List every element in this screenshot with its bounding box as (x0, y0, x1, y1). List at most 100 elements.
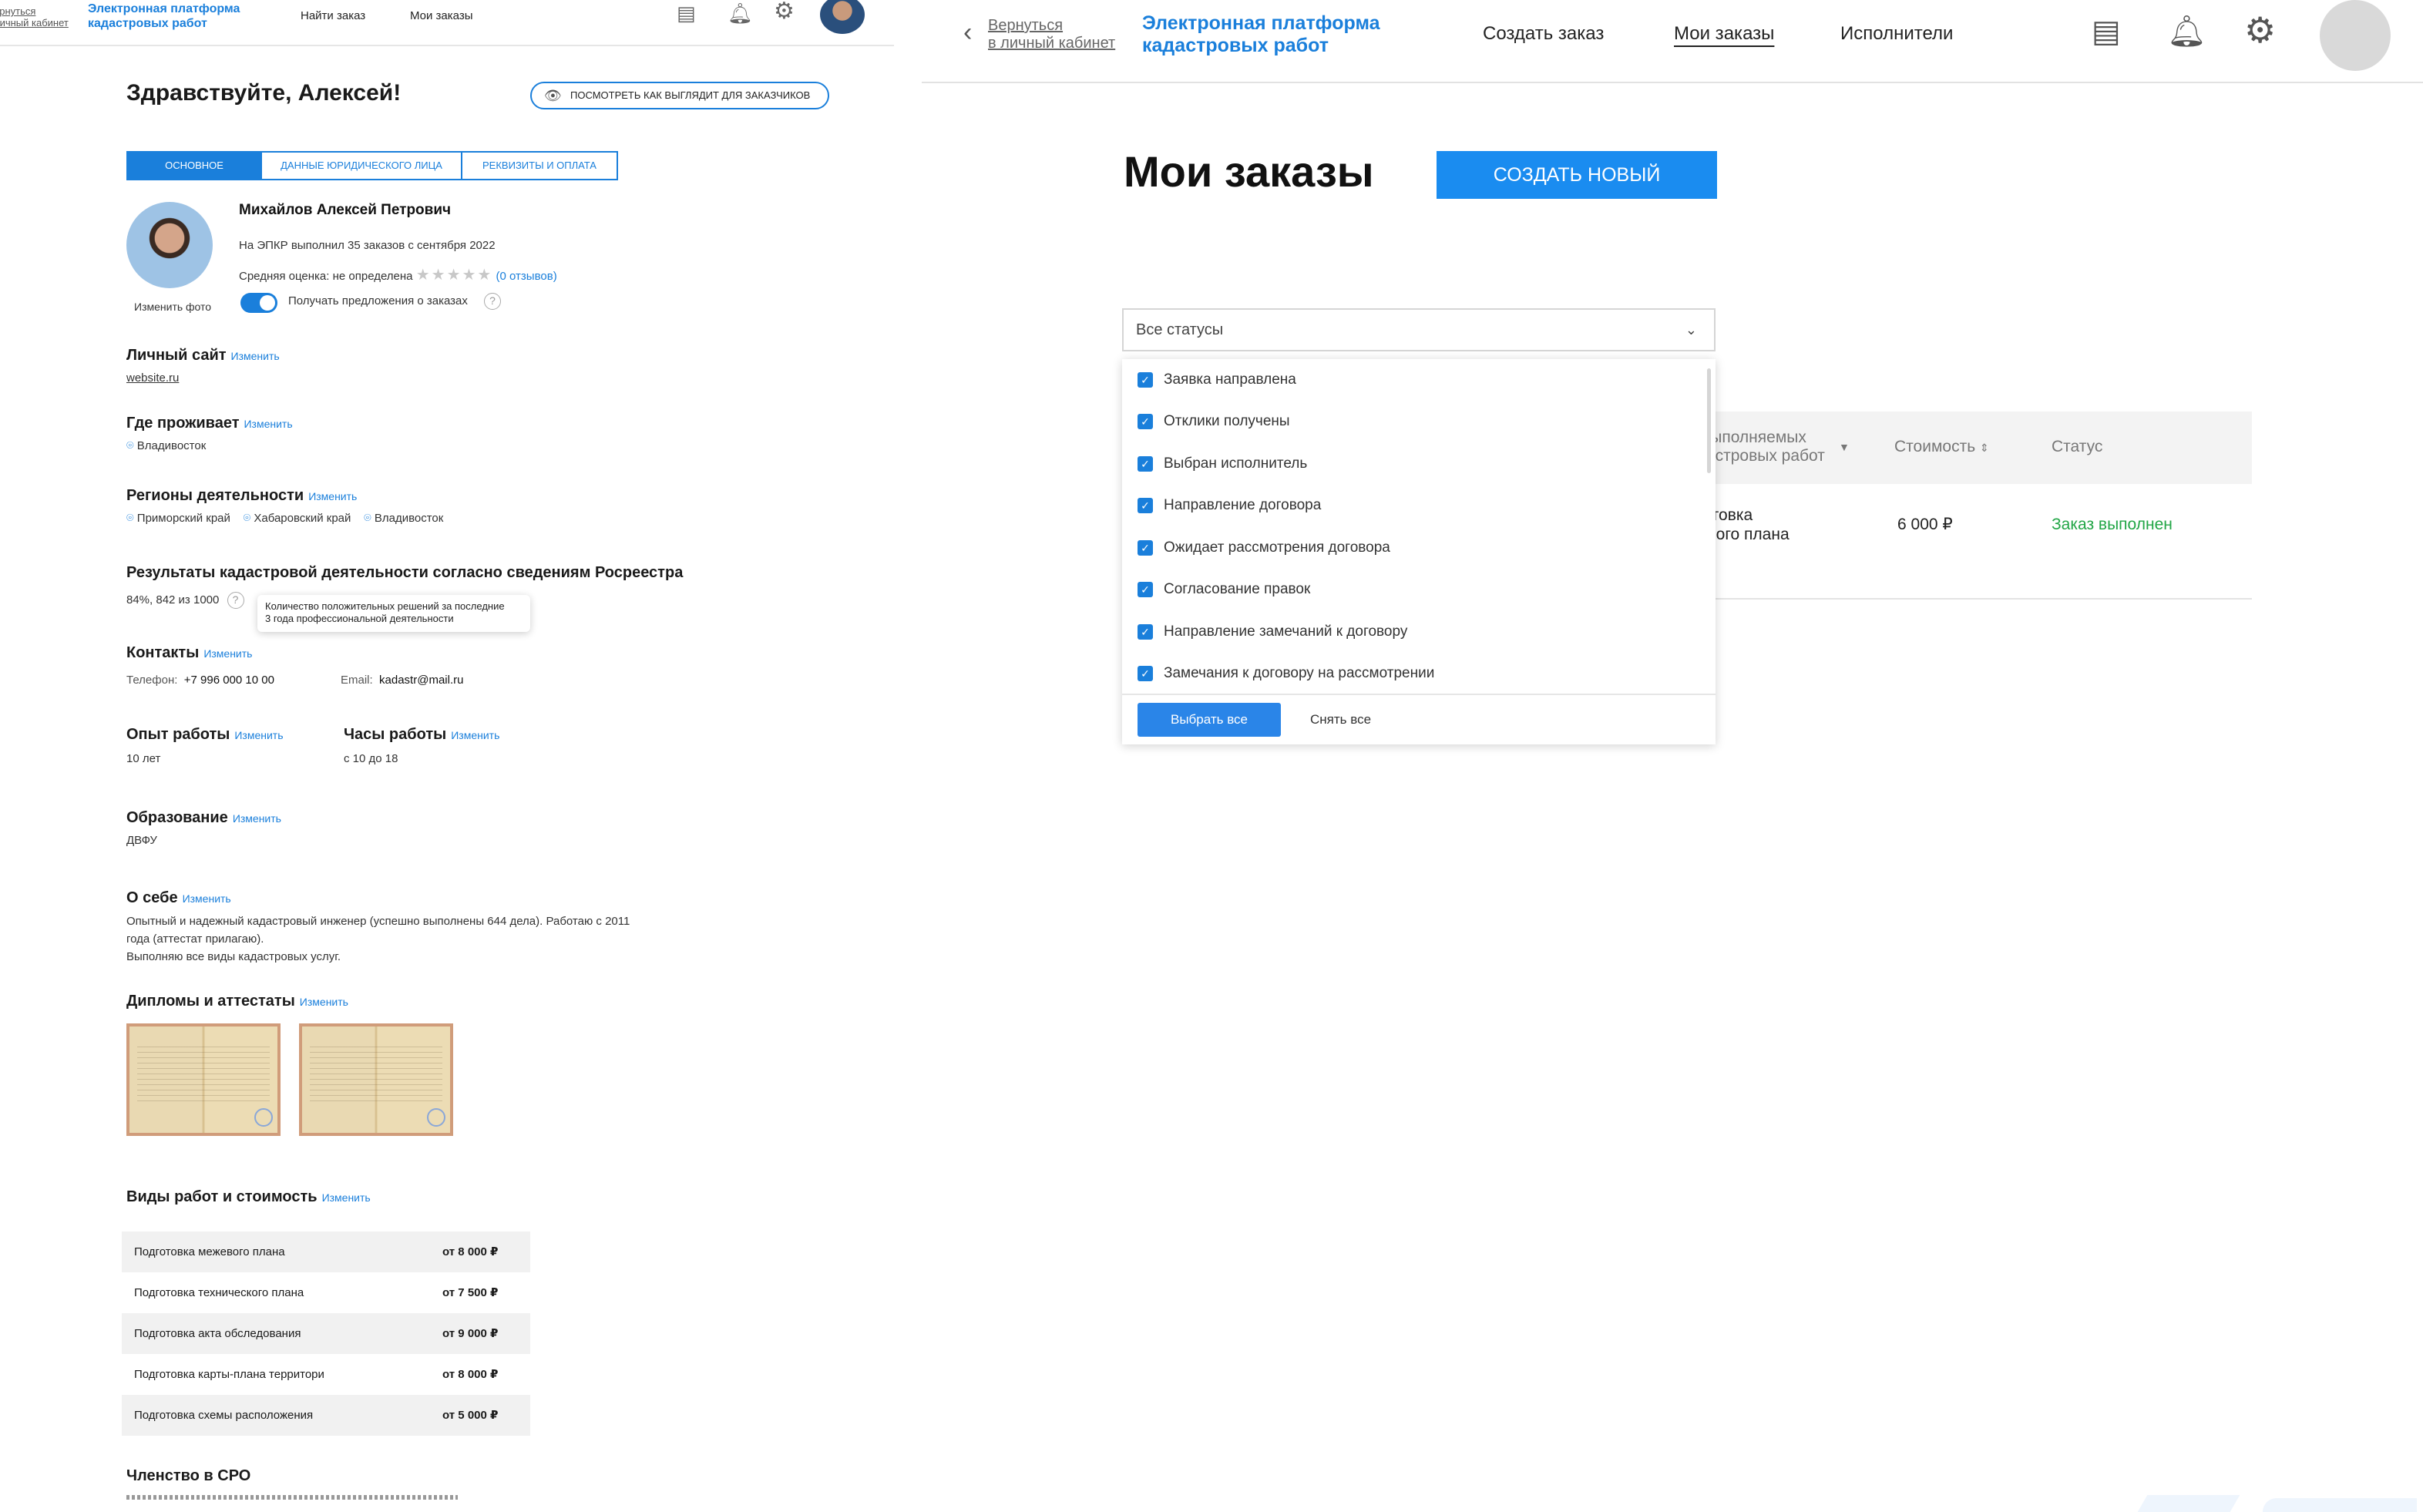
nav-performers[interactable]: Исполнители (1840, 23, 1953, 45)
email: Email: kadastr@mail.ru (341, 674, 464, 687)
nav-my-orders[interactable]: Мои заказы (410, 9, 473, 22)
bell-icon[interactable]: 🔔︎ (728, 2, 753, 25)
edit-hours-link[interactable]: Изменить (451, 729, 499, 741)
tab-legal-entity[interactable]: ДАННЫЕ ЮРИДИЧЕСКОГО ЛИЦА (260, 151, 462, 180)
status-option[interactable]: ✓ Замечания к договору на рассмотрении (1138, 662, 1434, 685)
nav-my-orders[interactable]: Мои заказы (1674, 23, 1774, 45)
avatar[interactable] (2320, 0, 2391, 71)
status-option[interactable]: ✓ Ожидает рассмотрения договора (1138, 536, 1390, 559)
brand-logo[interactable]: Электронная платформа кадастровых работ (1142, 12, 1380, 57)
edit-regions-link[interactable]: Изменить (308, 490, 357, 502)
edit-diplomas-link[interactable]: Изменить (300, 996, 348, 1008)
profile-stats: На ЭПКР выполнил 35 заказов с сентября 2… (239, 239, 496, 252)
sort-icon: ⇕ (1979, 442, 1989, 454)
rating: Средняя оценка: не определена ★★★★★ (0 о… (239, 267, 557, 284)
eye-icon: 👁︎ (544, 88, 562, 103)
edit-website-link[interactable]: Изменить (231, 350, 280, 362)
status-option[interactable]: ✓ Направление замечаний к договору (1138, 620, 1407, 643)
profile-photo (126, 202, 213, 288)
seal-icon (427, 1108, 445, 1127)
profile-header: ернутьсяличный кабинет Электронная платф… (0, 0, 894, 46)
results-section-title: Результаты кадастровой деятельности согл… (126, 564, 684, 581)
diploma-image[interactable] (126, 1023, 281, 1136)
checkbox-checked-icon[interactable]: ✓ (1138, 582, 1153, 597)
location-pin-icon: ⌾ (243, 512, 251, 525)
reviews-link[interactable]: (0 отзывов) (496, 270, 557, 283)
tab-main[interactable]: ОСНОВНОЕ (126, 151, 262, 180)
brand-logo[interactable]: Электронная платформа кадастровых работ (88, 2, 240, 31)
back-link[interactable]: ернутьсяличный кабинет (0, 5, 69, 29)
gear-icon[interactable]: ⚙ (774, 0, 795, 23)
diplomas-section-title: Дипломы и аттестаты Изменить (126, 993, 348, 1010)
select-all-button[interactable]: Выбрать все (1138, 703, 1281, 737)
edit-experience-link[interactable]: Изменить (234, 729, 283, 741)
status-option[interactable]: ✓ Направление договора (1138, 494, 1321, 517)
create-new-button[interactable]: СОЗДАТЬ НОВЫЙ (1437, 151, 1717, 199)
back-link[interactable]: Вернуться в личный кабинет (988, 17, 1115, 52)
column-header-status[interactable]: Статус (2052, 438, 2102, 456)
help-icon[interactable]: ? (484, 293, 501, 310)
hours-value: с 10 до 18 (344, 752, 398, 765)
nav-create-order[interactable]: Создать заказ (1483, 23, 1604, 45)
gear-icon[interactable]: ⚙ (2244, 12, 2276, 48)
website-link[interactable]: website.ru (126, 371, 179, 385)
regions-list: ⌾ Приморский край ⌾ Хабаровский край ⌾ В… (126, 512, 444, 525)
table-row: Подготовка схемы расположения от 5 000 ₽ (122, 1395, 530, 1436)
tab-requisites[interactable]: РЕКВИЗИТЫ И ОПЛАТА (461, 151, 618, 180)
row-divider (1679, 598, 2252, 600)
edit-residence-link[interactable]: Изменить (244, 418, 292, 430)
status-option[interactable]: ✓ Выбран исполнитель (1138, 452, 1307, 475)
clear-all-button[interactable]: Снять все (1310, 703, 1371, 737)
edit-about-link[interactable]: Изменить (183, 892, 231, 905)
help-icon[interactable]: ? (227, 592, 244, 609)
diploma-image[interactable] (299, 1023, 453, 1136)
avatar[interactable] (820, 0, 865, 34)
experience-value: 10 лет (126, 752, 161, 765)
profile-name: Михайлов Алексей Петрович (239, 202, 452, 218)
education-value: ДВФУ (126, 834, 157, 847)
orders-table: д выполняемых адастровых работ ▼ Стоимост… (1679, 412, 2252, 600)
edit-contacts-link[interactable]: Изменить (203, 647, 252, 660)
dropdown-scrollbar[interactable] (1707, 368, 1711, 473)
order-status: Заказ выполнен (2052, 516, 2173, 533)
change-photo-link[interactable]: Изменить фото (134, 301, 211, 313)
offers-toggle[interactable] (240, 293, 277, 313)
status-option[interactable]: ✓ Отклики получены (1138, 410, 1290, 433)
regions-section-title: Регионы деятельности Изменить (126, 487, 358, 504)
checkbox-checked-icon[interactable]: ✓ (1138, 498, 1153, 513)
residence-section-title: Где проживает Изменить (126, 415, 293, 432)
status-option[interactable]: ✓ Заявка направлена (1138, 368, 1296, 391)
messages-icon[interactable]: ▤ (677, 2, 696, 25)
edit-education-link[interactable]: Изменить (233, 812, 281, 825)
checkbox-checked-icon[interactable]: ✓ (1138, 540, 1153, 556)
checkbox-checked-icon[interactable]: ✓ (1138, 624, 1153, 640)
location-pin-icon: ⌾ (126, 439, 134, 452)
nav-find-order[interactable]: Найти заказ (301, 9, 365, 22)
checkbox-checked-icon[interactable]: ✓ (1138, 414, 1153, 429)
rating-stars: ★★★★★ (415, 267, 493, 284)
preview-as-customer-button[interactable]: 👁︎ ПОСМОТРЕТЬ КАК ВЫГЛЯДИТ ДЛЯ ЗАКАЗЧИКО… (530, 82, 829, 109)
status-option[interactable]: ✓ Согласование правок (1138, 578, 1310, 601)
checkbox-checked-icon[interactable]: ✓ (1138, 666, 1153, 681)
messages-icon[interactable]: ▤ (2092, 14, 2121, 49)
website-section-title: Личный сайт Изменить (126, 347, 280, 364)
results-value: 84%, 842 из 1000 ? (126, 592, 244, 609)
edit-works-link[interactable]: Изменить (322, 1191, 371, 1204)
order-cost: 6 000 ₽ (1897, 516, 1953, 533)
about-text: Опытный и надежный кадастровый инженер (… (126, 915, 630, 963)
status-select[interactable]: Все статусы ⌄ (1122, 308, 1716, 351)
hours-section-title: Часы работы Изменить (344, 726, 500, 743)
bell-icon[interactable]: 🔔︎ (2167, 14, 2206, 49)
works-section-title: Виды работ и стоимость Изменить (126, 1188, 371, 1205)
location-pin-icon: ⌾ (364, 512, 371, 525)
works-table: Подготовка межевого плана от 8 000 ₽ Подг… (122, 1231, 530, 1436)
filter-icon[interactable]: ▼ (1839, 438, 1850, 456)
checkbox-checked-icon[interactable]: ✓ (1138, 372, 1153, 388)
offers-toggle-label: Получать предложения о заказах (288, 294, 468, 307)
greeting-title: Здравствуйте, Алексей! (126, 80, 402, 106)
checkbox-checked-icon[interactable]: ✓ (1138, 456, 1153, 472)
chevron-left-icon[interactable]: ‹ (963, 17, 972, 48)
table-row: Подготовка технического плана от 7 500 ₽ (134, 1286, 499, 1299)
profile-tabs: ОСНОВНОЕ ДАННЫЕ ЮРИДИЧЕСКОГО ЛИЦА РЕКВИЗ… (126, 151, 618, 180)
column-header-cost[interactable]: Стоимость ⇕ (1894, 438, 1989, 457)
